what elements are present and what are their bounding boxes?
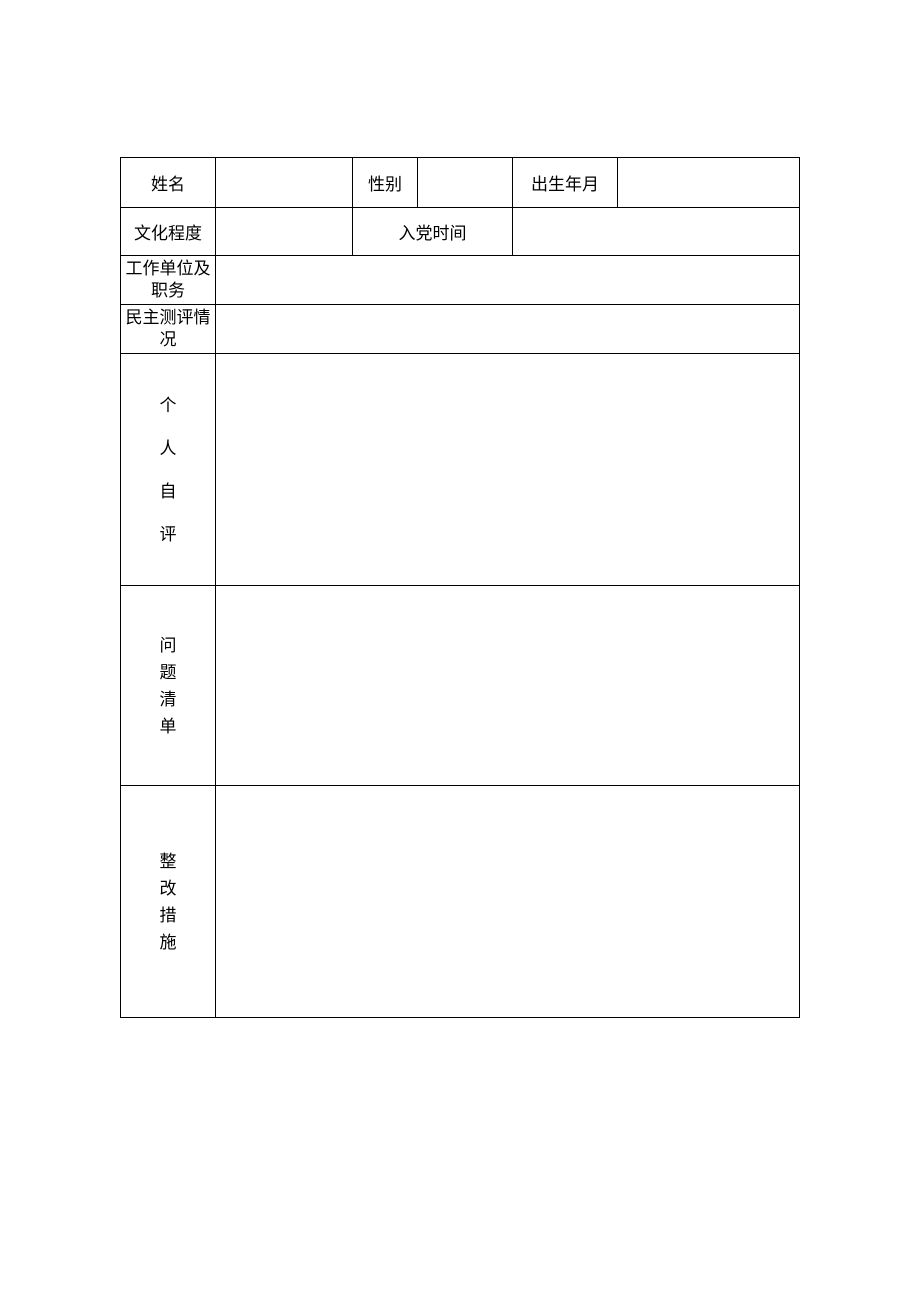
- row-self-assessment: 个 人 自 评: [121, 354, 800, 586]
- value-work-unit: [216, 256, 800, 305]
- label-rectification: 整 改 措 施: [121, 786, 216, 1018]
- char-self-4: 评: [160, 526, 177, 543]
- label-dob: 出生年月: [513, 158, 618, 208]
- label-name: 姓名: [121, 158, 216, 208]
- label-education: 文化程度: [121, 208, 216, 256]
- row-education: 文化程度 入党时间: [121, 208, 800, 256]
- value-party-date: [513, 208, 800, 256]
- value-dob: [618, 158, 800, 208]
- value-rectification: [216, 786, 800, 1018]
- row-democratic-eval: 民主测评情况: [121, 305, 800, 354]
- personnel-form-table: 姓名 性别 出生年月 文化程度 入党时间 工作单位及职务 民主测评情况 个 人 …: [120, 157, 800, 1018]
- row-basic-info: 姓名 性别 出生年月: [121, 158, 800, 208]
- label-work-unit: 工作单位及职务: [121, 256, 216, 305]
- label-party-date: 入党时间: [353, 208, 513, 256]
- value-sex: [418, 158, 513, 208]
- char-rect-2: 改: [160, 880, 177, 897]
- label-sex: 性别: [353, 158, 418, 208]
- char-self-2: 人: [160, 440, 177, 457]
- char-issue-3: 清: [160, 691, 177, 708]
- row-issue-list: 问 题 清 单: [121, 586, 800, 786]
- label-democratic-eval: 民主测评情况: [121, 305, 216, 354]
- value-self-assessment: [216, 354, 800, 586]
- label-self-assessment: 个 人 自 评: [121, 354, 216, 586]
- char-issue-4: 单: [160, 718, 177, 735]
- char-rect-1: 整: [160, 853, 177, 870]
- row-work-unit: 工作单位及职务: [121, 256, 800, 305]
- row-rectification: 整 改 措 施: [121, 786, 800, 1018]
- label-issue-list: 问 题 清 单: [121, 586, 216, 786]
- char-rect-3: 措: [160, 907, 177, 924]
- char-rect-4: 施: [160, 934, 177, 951]
- value-democratic-eval: [216, 305, 800, 354]
- value-issue-list: [216, 586, 800, 786]
- value-education: [216, 208, 353, 256]
- char-issue-2: 题: [160, 664, 177, 681]
- char-self-1: 个: [160, 397, 177, 414]
- char-self-3: 自: [160, 483, 177, 500]
- char-issue-1: 问: [160, 637, 177, 654]
- value-name: [216, 158, 353, 208]
